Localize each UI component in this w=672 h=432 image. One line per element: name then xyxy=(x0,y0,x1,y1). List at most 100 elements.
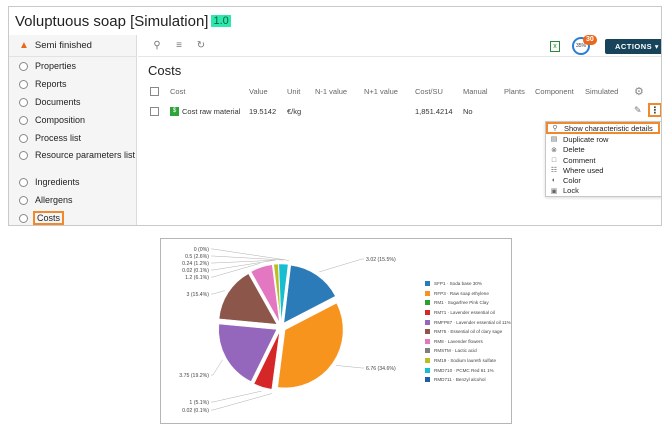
radio-icon xyxy=(19,79,28,89)
slice-leader-line xyxy=(211,393,273,411)
radio-icon xyxy=(19,195,28,205)
duplicate-icon: ▤ xyxy=(550,136,558,144)
sidebar-item-composition[interactable]: Composition xyxy=(9,111,136,129)
menu-item-show-characteristic-details[interactable]: ⚲ Show characteristic details xyxy=(546,121,660,135)
row-checkbox[interactable] xyxy=(150,107,159,116)
sidebar-item-documents[interactable]: Documents xyxy=(9,93,136,111)
cell-cost-su: 1,851.4214 xyxy=(415,107,453,116)
sidebar-item-label: Documents xyxy=(35,97,81,107)
sidebar-item-properties[interactable]: Properties xyxy=(9,57,136,75)
refresh-icon[interactable]: ↻ xyxy=(192,40,210,51)
sidebar-item-label: Costs xyxy=(32,211,65,225)
legend-item[interactable]: SFP1 · Soda base 30% xyxy=(425,279,511,289)
sidebar-item-costs[interactable]: Costs xyxy=(9,209,136,225)
chart-legend: SFP1 · Soda base 30% RFP3 · Raw soap ethy… xyxy=(425,279,511,385)
section-title: Costs xyxy=(148,63,182,78)
sidebar-header-label: Semi finished xyxy=(34,40,92,51)
legend-item[interactable]: RMD711 · Benzyl alcohol xyxy=(425,375,511,385)
menu-item-comment[interactable]: □ Comment xyxy=(546,155,661,165)
sidebar-item-reports[interactable]: Reports xyxy=(9,75,136,93)
where-used-icon: ☷ xyxy=(550,167,558,175)
actions-button[interactable]: ACTIONS ▾ xyxy=(605,39,661,54)
context-menu: ⚲ Show characteristic details ▤ Duplicate … xyxy=(545,121,661,197)
legend-label: RMD711 · Benzyl alcohol xyxy=(434,377,486,383)
legend-swatch xyxy=(425,290,430,296)
flask-icon: ▲ xyxy=(19,40,29,51)
pie-chart-panel: 3.02 (15.5%) 6.76 (34.6%) 0.02 (0.1%) 1 (5.… xyxy=(160,238,512,424)
column-header[interactable]: Cost/SU xyxy=(415,87,443,96)
radio-icon xyxy=(19,151,28,160)
legend-swatch xyxy=(425,338,430,344)
sidebar-item-resource-parameters-list[interactable]: Resource parameters list xyxy=(9,147,136,173)
slice-label: 6.76 (34.6%) xyxy=(366,366,396,372)
more-options-button[interactable]: ⋮ xyxy=(648,103,661,117)
radio-icon xyxy=(19,133,28,143)
sidebar-item-process-list[interactable]: Process list xyxy=(9,129,136,147)
legend-swatch xyxy=(425,329,430,335)
column-header[interactable]: Cost xyxy=(170,87,185,96)
edit-pencil-icon[interactable]: ✎ xyxy=(634,105,642,116)
slice-label: 0.24 (1.2%) xyxy=(182,261,209,267)
delete-icon: ⊗ xyxy=(551,146,557,154)
sidebar-header[interactable]: ▲ Semi finished xyxy=(9,35,136,57)
legend-item[interactable]: RM71 · Lavender essential oil xyxy=(425,308,511,318)
menu-item-lock[interactable]: ▣ Lock xyxy=(546,186,661,196)
select-all-checkbox[interactable] xyxy=(150,87,159,96)
legend-item[interactable]: RMD710 · PCMC Red 61 1% xyxy=(425,365,511,375)
column-header[interactable]: Unit xyxy=(287,87,300,96)
column-header[interactable]: N+1 value xyxy=(364,87,398,96)
comment-icon: □ xyxy=(551,156,557,164)
menu-item-label: Color xyxy=(563,176,581,186)
app-window: Voluptuous soap [Simulation] 1.0 ▲ Semi … xyxy=(8,6,662,226)
slice-label: 3.02 (15.5%) xyxy=(366,257,396,263)
cell-value: 19.5142 xyxy=(249,107,277,116)
legend-item[interactable]: RM75 · Essential oil of clary sage xyxy=(425,327,511,337)
radio-icon xyxy=(19,177,28,187)
notification-badge[interactable]: 30 xyxy=(583,35,597,45)
title-bar: Voluptuous soap [Simulation] 1.0 xyxy=(9,7,661,35)
filter-list-icon[interactable]: ≡ xyxy=(170,40,188,51)
gear-icon[interactable]: ⚙ xyxy=(634,85,644,98)
legend-item[interactable]: RM1 · Sugarfree Pink Clay xyxy=(425,298,511,308)
excel-export-icon[interactable]: x xyxy=(550,41,560,52)
legend-item[interactable]: RM19 · Sodium laureth sulfate xyxy=(425,356,511,366)
legend-item[interactable]: RMSTM · Lactic acid xyxy=(425,346,511,356)
menu-item-color[interactable]: ◐ Color xyxy=(546,175,661,186)
sidebar: ▲ Semi finished Properties Reports Docum… xyxy=(9,35,137,225)
legend-item[interactable]: RM8 · Lavender flowers xyxy=(425,337,511,347)
sidebar-item-label: Process list xyxy=(35,133,82,143)
slice-leader-line xyxy=(211,290,225,295)
page-title: Voluptuous soap [Simulation] xyxy=(15,12,209,30)
legend-label: RM75 · Essential oil of clary sage xyxy=(434,329,503,335)
column-header[interactable]: N-1 value xyxy=(315,87,347,96)
menu-item-where-used[interactable]: ☷ Where used xyxy=(546,165,661,175)
search-icon: ⚲ xyxy=(552,125,558,133)
cell-cost: Cost raw material xyxy=(182,107,241,116)
table-row[interactable]: $ Cost raw material 19.5142 €/kg 1,851.4… xyxy=(138,104,661,120)
legend-swatch xyxy=(425,348,430,354)
menu-item-duplicate-row[interactable]: ▤ Duplicate row xyxy=(546,134,661,144)
radio-icon xyxy=(19,115,28,125)
legend-swatch xyxy=(425,358,430,364)
sidebar-item-label: Properties xyxy=(35,61,77,71)
pie-chart: 3.02 (15.5%) 6.76 (34.6%) 0.02 (0.1%) 1 (5.… xyxy=(179,247,396,414)
cell-unit: €/kg xyxy=(287,107,302,116)
legend-item[interactable]: RFP3 · Raw soap ethylene xyxy=(425,289,511,299)
search-icon[interactable]: ⚲ xyxy=(148,40,166,51)
column-header[interactable]: Plants xyxy=(504,87,525,96)
background-decoration xyxy=(618,205,661,225)
menu-item-label: Delete xyxy=(563,145,585,155)
column-header[interactable]: Value xyxy=(249,87,268,96)
slice-label: 3 (15.4%) xyxy=(187,292,210,298)
column-header[interactable]: Component xyxy=(535,87,574,96)
sidebar-item-allergens[interactable]: Allergens xyxy=(9,191,136,209)
menu-item-delete[interactable]: ⊗ Delete xyxy=(546,145,661,155)
color-icon: ◐ xyxy=(551,177,557,185)
sidebar-item-label: Resource parameters list xyxy=(35,150,136,160)
radio-icon xyxy=(19,97,28,107)
legend-item[interactable]: RMFP87 · Lavender essential oil 11% xyxy=(425,317,511,327)
sidebar-item-ingredients[interactable]: Ingredients xyxy=(9,173,136,191)
column-header[interactable]: Simulated xyxy=(585,87,618,96)
slice-label: 1.2 (6.1%) xyxy=(185,275,209,281)
column-header[interactable]: Manual xyxy=(463,87,488,96)
